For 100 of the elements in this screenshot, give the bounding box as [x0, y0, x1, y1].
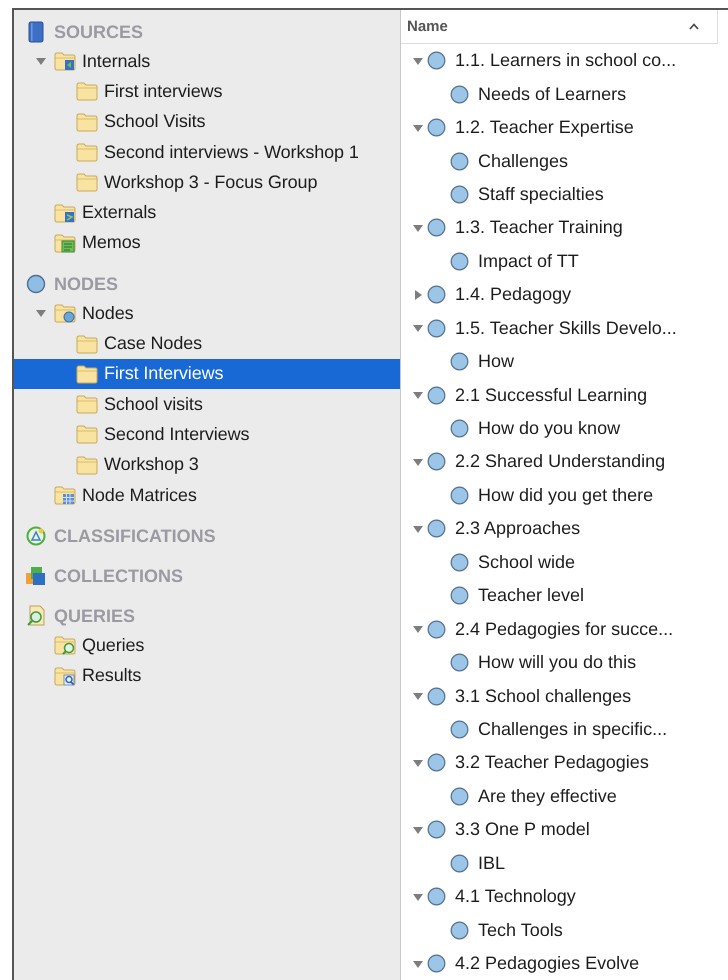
node-circle-icon	[427, 118, 446, 138]
section-header: SOURCES	[54, 22, 144, 42]
classification-icon	[26, 526, 46, 546]
expanded-triangle-icon[interactable]	[413, 323, 423, 334]
node-circle-icon	[427, 218, 446, 238]
folder-icon	[76, 172, 98, 192]
sidebar-item[interactable]: School visits	[14, 388, 400, 420]
node-circle-icon	[450, 653, 469, 672]
node-circle-icon	[450, 419, 469, 438]
section-header: QUERIES	[54, 606, 136, 627]
node-circle-icon	[427, 386, 446, 405]
folder-icon	[76, 81, 98, 102]
node-circle-icon	[427, 519, 446, 538]
node-row[interactable]: Needs of Learners	[401, 77, 728, 111]
expanded-triangle-icon[interactable]	[413, 456, 423, 467]
node-circle-icon	[427, 452, 446, 472]
node-row[interactable]: 2.1 Successful Learning	[401, 378, 728, 412]
book-icon	[28, 21, 44, 43]
sidebar-item[interactable]: Workshop 3	[14, 450, 400, 480]
node-row[interactable]: Tech Tools	[401, 913, 728, 947]
node-row[interactable]: Impact of TT	[401, 244, 728, 278]
query-document-icon	[26, 605, 46, 628]
expanded-triangle-icon[interactable]	[413, 892, 423, 902]
node-row[interactable]: 1.2. Teacher Expertise	[401, 110, 728, 144]
expanded-triangle-icon[interactable]	[36, 308, 46, 318]
expanded-triangle-icon[interactable]	[413, 390, 423, 400]
node-row[interactable]: How will you do this	[401, 646, 728, 680]
node-circle-icon	[427, 887, 446, 906]
node-row[interactable]: 3.2 Teacher Pedagogies	[401, 746, 728, 780]
sidebar-item[interactable]: Second Interviews	[14, 419, 400, 450]
node-row[interactable]: 1.5. Teacher Skills Develo...	[401, 312, 728, 345]
node-row[interactable]: 2.3 Approaches	[401, 512, 728, 546]
sidebar-item[interactable]: Queries	[14, 630, 400, 660]
node-row[interactable]: 4.1 Technology	[401, 880, 728, 914]
sidebar-item[interactable]: Workshop 3 - Focus Group	[14, 167, 400, 198]
expanded-triangle-icon[interactable]	[413, 691, 423, 702]
expanded-triangle-icon[interactable]	[413, 222, 423, 233]
node-circle-icon	[26, 274, 46, 294]
expanded-triangle-icon[interactable]	[413, 56, 423, 66]
expanded-triangle-icon[interactable]	[413, 524, 423, 534]
sidebar-item[interactable]: Internals	[14, 46, 400, 76]
folder-icon	[76, 364, 98, 384]
node-row[interactable]: Are they effective	[401, 780, 728, 814]
node-circle-icon	[450, 184, 469, 204]
sidebar-item[interactable]: First interviews	[14, 76, 400, 107]
node-row[interactable]: IBL	[401, 846, 728, 880]
node-circle-icon	[427, 620, 446, 639]
node-row[interactable]: 1.4. Pedagogy	[401, 278, 728, 312]
node-circle-icon	[450, 352, 469, 372]
node-circle-icon	[427, 820, 446, 840]
sidebar-item[interactable]: Externals	[14, 197, 400, 228]
section-header: NODES	[54, 274, 118, 295]
node-circle-icon	[427, 51, 446, 70]
node-circle-icon	[427, 285, 446, 304]
sidebar-item[interactable]: School Visits	[14, 106, 400, 137]
folder-icon	[76, 454, 98, 475]
node-row[interactable]: 1.1. Learners in school co...	[401, 44, 728, 78]
node-circle-icon	[450, 720, 469, 739]
folder-badge-icon	[54, 51, 76, 72]
node-circle-icon	[450, 920, 469, 940]
node-row[interactable]: Challenges in specific...	[401, 712, 728, 746]
node-row[interactable]: Teacher level	[401, 579, 728, 612]
node-row[interactable]: How did you get there	[401, 478, 728, 512]
folder-badge-icon	[54, 666, 76, 686]
node-row[interactable]: 1.3. Teacher Training	[401, 211, 728, 245]
sidebar-item[interactable]: Results	[14, 660, 400, 691]
node-row[interactable]: 4.2 Pedagogies Evolve	[401, 946, 728, 980]
section-header: COLLECTIONS	[54, 566, 183, 587]
node-row[interactable]: How do you know	[401, 412, 728, 446]
sidebar-item[interactable]: First Interviews	[14, 358, 400, 389]
expanded-triangle-icon[interactable]	[413, 824, 423, 835]
node-row[interactable]: 2.4 Pedagogies for succe...	[401, 612, 728, 646]
expanded-triangle-icon[interactable]	[36, 56, 46, 66]
node-row[interactable]: 3.1 School challenges	[401, 679, 728, 713]
node-row[interactable]: School wide	[401, 546, 728, 579]
sort-ascending-icon	[689, 23, 699, 30]
folder-badge-icon	[54, 485, 76, 505]
section-header: CLASSIFICATIONS	[54, 526, 216, 547]
sidebar-item[interactable]: Second interviews - Workshop 1	[14, 136, 400, 168]
sidebar-item[interactable]: Memos	[14, 228, 400, 258]
sidebar-item[interactable]: Node Matrices	[14, 480, 400, 510]
node-row[interactable]: Challenges	[401, 144, 728, 178]
expanded-triangle-icon[interactable]	[413, 624, 423, 634]
node-circle-icon	[450, 552, 469, 572]
sidebar-item[interactable]: Nodes	[14, 298, 400, 328]
node-row[interactable]: How	[401, 344, 728, 378]
column-header[interactable]: Name	[401, 10, 718, 44]
collapsed-triangle-icon[interactable]	[413, 290, 423, 300]
expanded-triangle-icon[interactable]	[413, 958, 423, 969]
node-row[interactable]: Staff specialties	[401, 178, 728, 212]
folder-badge-icon	[54, 635, 76, 656]
folder-badge-icon	[54, 303, 76, 324]
expanded-triangle-icon[interactable]	[413, 758, 423, 768]
expanded-triangle-icon[interactable]	[413, 122, 423, 133]
node-circle-icon	[450, 152, 469, 171]
node-row[interactable]: 3.3 One P model	[401, 813, 728, 846]
sidebar-item[interactable]: Case Nodes	[14, 328, 400, 359]
folder-badge-icon	[54, 232, 76, 253]
node-row[interactable]: 2.2 Shared Understanding	[401, 445, 728, 479]
node-circle-icon	[427, 686, 446, 706]
